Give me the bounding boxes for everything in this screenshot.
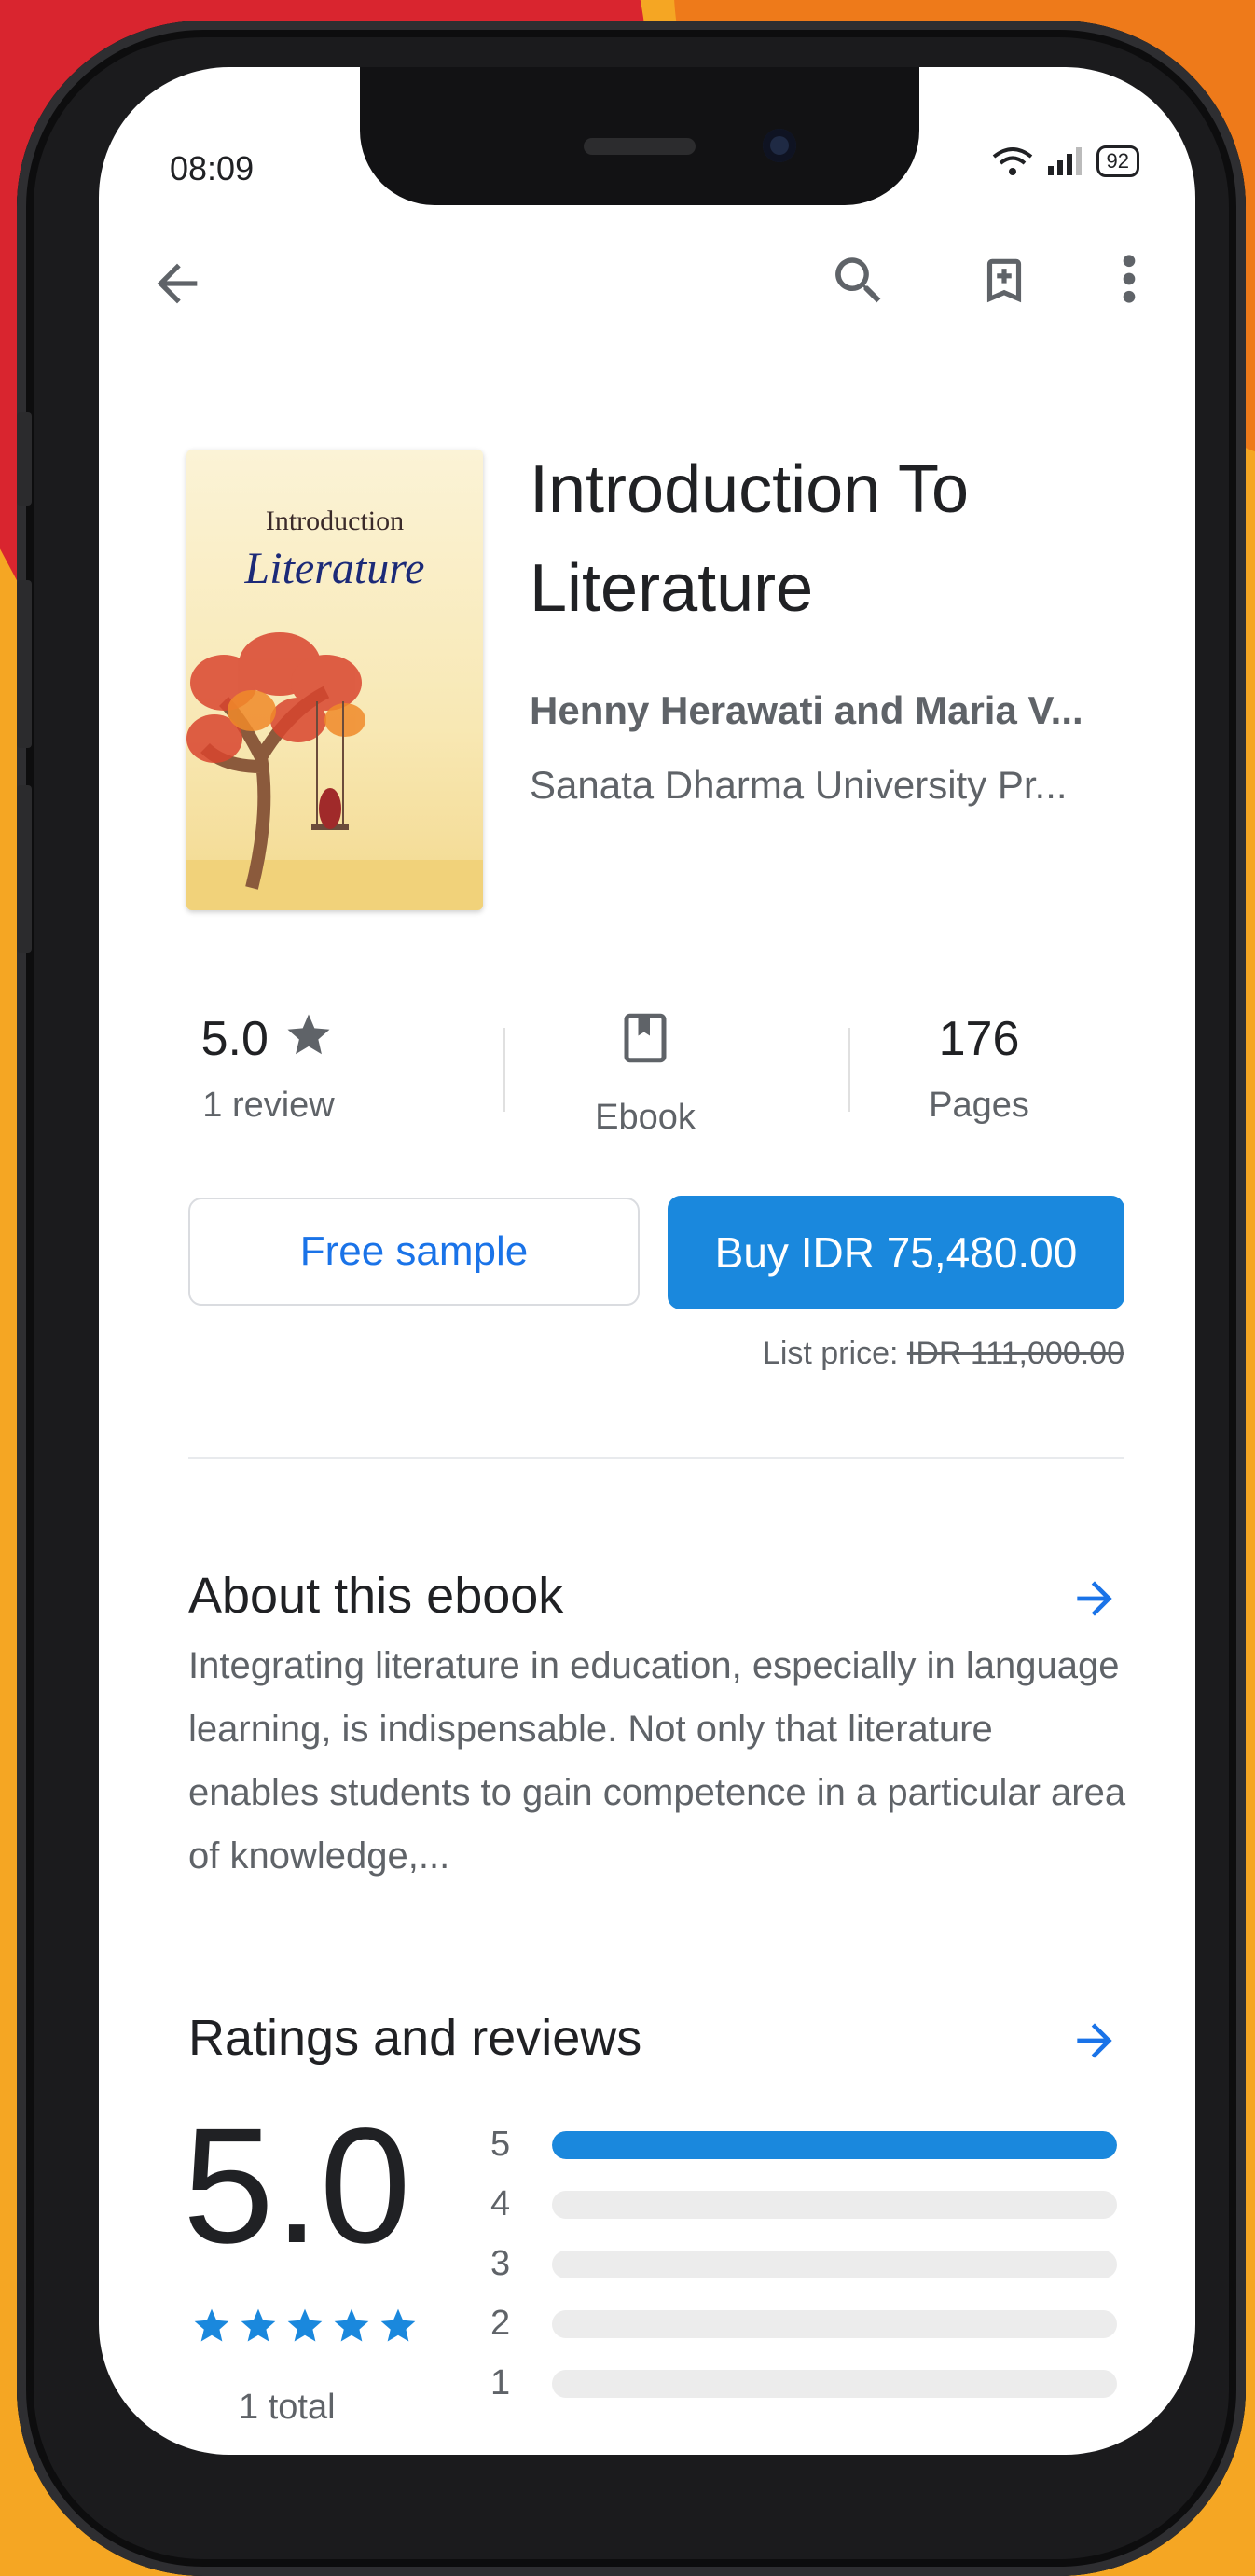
rating-bar-row: 2 bbox=[490, 2304, 1117, 2344]
phone-mute-button bbox=[17, 412, 32, 506]
about-section-title[interactable]: About this ebook bbox=[188, 1567, 563, 1625]
list-price: List price: IDR 111,000.00 bbox=[763, 1336, 1124, 1372]
status-time: 08:09 bbox=[170, 149, 255, 187]
rating-bar-track bbox=[552, 2190, 1117, 2219]
stat-format: Ebook bbox=[505, 1009, 785, 1138]
star-icon bbox=[334, 2308, 369, 2342]
section-divider bbox=[188, 1457, 1124, 1459]
star-icon bbox=[380, 2308, 416, 2342]
bookmark-add-icon[interactable] bbox=[975, 250, 1033, 312]
rating-total: 1 total bbox=[239, 2388, 336, 2427]
rating-bar-row: 4 bbox=[490, 2184, 1117, 2224]
rating-bar-fill bbox=[552, 2130, 1117, 2159]
status-icons: 92 bbox=[992, 145, 1139, 177]
rating-bar-track bbox=[552, 2250, 1117, 2278]
more-vert-icon[interactable] bbox=[1110, 248, 1148, 310]
stat-rating-value: 5.0 bbox=[200, 1012, 269, 1066]
phone-volume-up-button bbox=[17, 580, 32, 748]
rating-bar-label: 3 bbox=[490, 2244, 511, 2283]
book-publisher-link[interactable]: Sanata Dharma University Pr... bbox=[530, 763, 1068, 808]
signal-icon bbox=[1047, 147, 1082, 175]
stat-reviews: 1 review bbox=[202, 1086, 335, 1125]
book-icon bbox=[624, 1013, 667, 1063]
rating-bar-track bbox=[552, 2369, 1117, 2398]
stat-rating[interactable]: 5.0 1 review bbox=[129, 1009, 408, 1126]
star-icon bbox=[287, 1014, 330, 1055]
list-price-value: IDR 111,000.00 bbox=[906, 1336, 1124, 1371]
camera bbox=[763, 129, 796, 162]
list-price-label: List price: bbox=[762, 1336, 899, 1371]
stat-pages: 176 Pages bbox=[839, 1009, 1119, 1126]
back-arrow-icon[interactable] bbox=[147, 254, 207, 313]
stat-pages-label: Pages bbox=[929, 1086, 1029, 1125]
speaker bbox=[584, 138, 696, 155]
free-sample-button[interactable]: Free sample bbox=[188, 1198, 640, 1306]
phone-volume-down-button bbox=[17, 785, 32, 953]
phone-notch bbox=[360, 67, 919, 205]
battery-icon: 92 bbox=[1096, 145, 1139, 177]
rating-bar-label: 1 bbox=[490, 2363, 511, 2403]
book-cover[interactable]: Introduction Literature bbox=[186, 450, 483, 910]
star-icon bbox=[194, 2308, 229, 2342]
search-icon[interactable] bbox=[828, 250, 890, 312]
rating-bar-track bbox=[552, 2309, 1117, 2338]
book-author-link[interactable]: Henny Herawati and Maria V... bbox=[530, 688, 1083, 733]
rating-bar-row: 1 bbox=[490, 2363, 1117, 2403]
about-description: Integrating literature in education, esp… bbox=[188, 1645, 1126, 1877]
rating-bar-label: 4 bbox=[490, 2184, 511, 2223]
stat-pages-value: 176 bbox=[938, 1012, 1020, 1066]
stat-rating-value-row: 5.0 bbox=[129, 1009, 408, 1069]
rating-bar-row: 3 bbox=[490, 2244, 1117, 2284]
arrow-forward-icon[interactable] bbox=[1069, 2015, 1121, 2067]
stat-format-label: Ebook bbox=[595, 1098, 696, 1137]
phone-frame: 08:09 92 Introduction Literature Introdu… bbox=[17, 21, 1246, 2576]
rating-bar-row: 5 bbox=[490, 2125, 1117, 2165]
arrow-forward-icon[interactable] bbox=[1069, 1572, 1121, 1625]
rating-stars bbox=[190, 2306, 420, 2347]
average-rating: 5.0 bbox=[183, 2095, 411, 2278]
cover-tree-illustration bbox=[186, 632, 483, 910]
rating-bar-label: 2 bbox=[490, 2304, 511, 2343]
app-screen: 08:09 92 Introduction Literature Introdu… bbox=[99, 67, 1195, 2455]
rating-bar-label: 5 bbox=[490, 2125, 511, 2164]
star-icon bbox=[241, 2308, 276, 2342]
cover-title-line1: Introduction bbox=[265, 506, 405, 536]
star-icon bbox=[287, 2308, 323, 2342]
wifi-icon bbox=[992, 147, 1032, 175]
ratings-section-title[interactable]: Ratings and reviews bbox=[188, 2009, 641, 2067]
stat-format-icon-row bbox=[505, 1009, 785, 1081]
rating-bar-track bbox=[552, 2130, 1117, 2159]
buy-button[interactable]: Buy IDR 75,480.00 bbox=[668, 1196, 1124, 1309]
book-title: Introduction To Literature bbox=[530, 452, 969, 626]
